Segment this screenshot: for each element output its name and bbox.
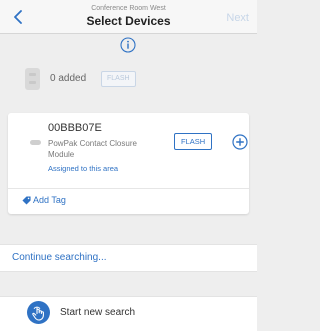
device-icon [25, 68, 40, 90]
page-title: Select Devices [86, 14, 171, 28]
flash-button[interactable]: FLASH [174, 133, 213, 150]
navigation-bar: Conference Room West Select Devices Next [0, 0, 257, 34]
add-tag-link[interactable]: Add Tag [33, 195, 66, 205]
divider [8, 188, 249, 189]
flash-all-button[interactable]: FLASH [101, 71, 136, 87]
info-icon[interactable] [120, 37, 136, 53]
assignment-status: Assigned to this area [48, 164, 119, 173]
area-name: Conference Room West [91, 5, 166, 12]
device-icon [30, 140, 41, 145]
continue-searching-label: Continue searching... [12, 252, 107, 263]
device-serial: 00BBB07E [48, 122, 102, 134]
device-model: PowPak Contact Closure Module [48, 139, 137, 159]
start-new-search-label: Start new search [60, 307, 136, 318]
device-card: 00BBB07E PowPak Contact Closure Module A… [8, 113, 249, 214]
continue-searching-row[interactable]: Continue searching... [0, 244, 257, 272]
start-new-search-row[interactable]: Start new search [0, 296, 257, 331]
tag-icon [22, 196, 31, 205]
added-summary: 0 added FLASH [0, 62, 257, 96]
add-circle-icon[interactable] [232, 134, 248, 150]
touch-hand-icon [27, 301, 50, 324]
next-button[interactable]: Next [226, 12, 249, 24]
added-count: 0 added [50, 73, 87, 84]
